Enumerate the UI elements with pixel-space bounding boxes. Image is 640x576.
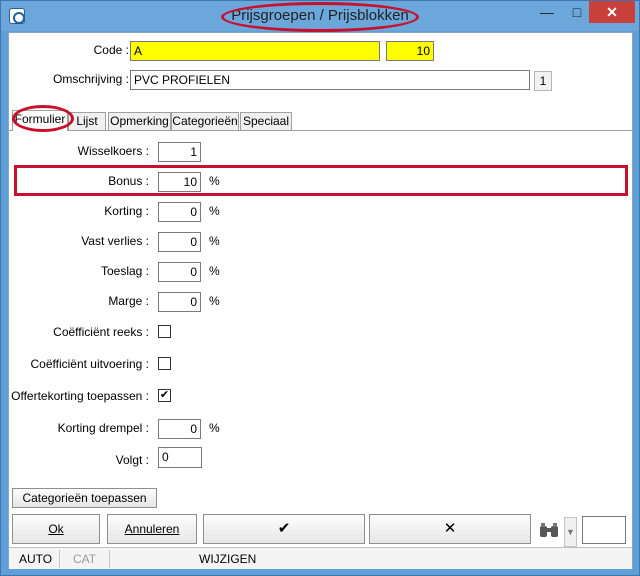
korting-drempel-label: Korting drempel : — [57, 421, 149, 435]
korting-unit: % — [209, 204, 220, 218]
omschrijving-field[interactable]: PVC PROFIELEN — [130, 70, 530, 90]
toeslag-field[interactable]: 0 — [158, 262, 201, 282]
minimize-button[interactable]: — — [533, 1, 561, 23]
wisselkoers-label: Wisselkoers : — [77, 144, 149, 158]
cancel-x-button[interactable]: ✕ — [369, 514, 531, 544]
marge-unit: % — [209, 294, 220, 308]
tab-categorieen[interactable]: Categorieën — [171, 112, 239, 130]
code-field[interactable]: A — [130, 41, 380, 61]
title-annotation-ellipse — [221, 2, 419, 32]
dialog-client-area: Code : A 10 Omschrijving : PVC PROFIELEN… — [8, 32, 633, 569]
omschrijving-label: Omschrijving : — [52, 72, 129, 86]
volgt-field[interactable]: 0 — [158, 447, 202, 468]
korting-field[interactable]: 0 — [158, 202, 201, 222]
coef-uitvoering-label: Coëfficiënt uitvoering : — [30, 357, 149, 371]
code-label: Code : — [93, 43, 129, 57]
status-separator — [109, 550, 110, 568]
toeslag-unit: % — [209, 264, 220, 278]
korting-label: Korting : — [104, 204, 149, 218]
tab-speciaal[interactable]: Speciaal — [240, 112, 292, 130]
bonus-label: Bonus : — [108, 174, 149, 188]
bonus-unit: % — [209, 174, 220, 188]
bonus-field[interactable]: 10 — [158, 172, 201, 192]
vast-verlies-unit: % — [209, 234, 220, 248]
categorieen-toepassen-button[interactable]: Categorieën toepassen — [12, 488, 157, 508]
korting-drempel-field[interactable]: 0 — [158, 419, 201, 439]
wisselkoers-field[interactable]: 1 — [158, 142, 201, 162]
offertekorting-checkbox[interactable]: ✔ — [158, 389, 171, 402]
tab-opmerking[interactable]: Opmerking — [108, 112, 171, 130]
status-bar: AUTO CAT WIJZIGEN — [9, 547, 632, 569]
vast-verlies-label: Vast verlies : — [81, 234, 149, 248]
dialog-window: Prijsgroepen / Prijsblokken — □ ✕ Code :… — [0, 0, 640, 576]
coef-reeks-label: Coëfficiënt reeks : — [53, 325, 149, 339]
annuleren-button[interactable]: Annuleren — [107, 514, 197, 544]
ok-button-label: Ok — [48, 522, 64, 536]
status-mode: WIJZIGEN — [199, 552, 257, 566]
volgt-label: Volgt : — [115, 453, 149, 467]
korting-drempel-unit: % — [209, 421, 220, 435]
coef-uitvoering-checkbox[interactable] — [158, 357, 171, 370]
status-auto: AUTO — [19, 552, 53, 566]
binoculars-icon[interactable] — [537, 520, 561, 540]
maximize-button[interactable]: □ — [563, 1, 591, 23]
annuleren-button-label: Annuleren — [124, 522, 180, 536]
offertekorting-label: Offertekorting toepassen : — [11, 389, 149, 403]
code-number-field[interactable]: 10 — [386, 41, 434, 61]
tab-strip: Formulier Lijst Opmerking Categorieën Sp… — [9, 110, 632, 131]
confirm-button[interactable]: ✔ — [203, 514, 365, 544]
coef-reeks-checkbox[interactable] — [158, 325, 171, 338]
status-cat: CAT — [73, 552, 97, 566]
marge-field[interactable]: 0 — [158, 292, 201, 312]
tab-lijst[interactable]: Lijst — [68, 112, 106, 130]
close-button[interactable]: ✕ — [589, 1, 635, 23]
tab-annotation-ellipse — [12, 105, 74, 132]
toeslag-label: Toeslag : — [100, 264, 149, 278]
search-dropdown-button[interactable]: ▼ — [564, 517, 577, 547]
count-badge: 1 — [534, 71, 552, 91]
vast-verlies-field[interactable]: 0 — [158, 232, 201, 252]
ok-button[interactable]: Ok — [12, 514, 100, 544]
empty-field-box[interactable] — [582, 516, 626, 544]
marge-label: Marge : — [108, 294, 149, 308]
title-bar[interactable]: Prijsgroepen / Prijsblokken — □ ✕ — [1, 1, 639, 32]
status-separator — [59, 550, 60, 568]
